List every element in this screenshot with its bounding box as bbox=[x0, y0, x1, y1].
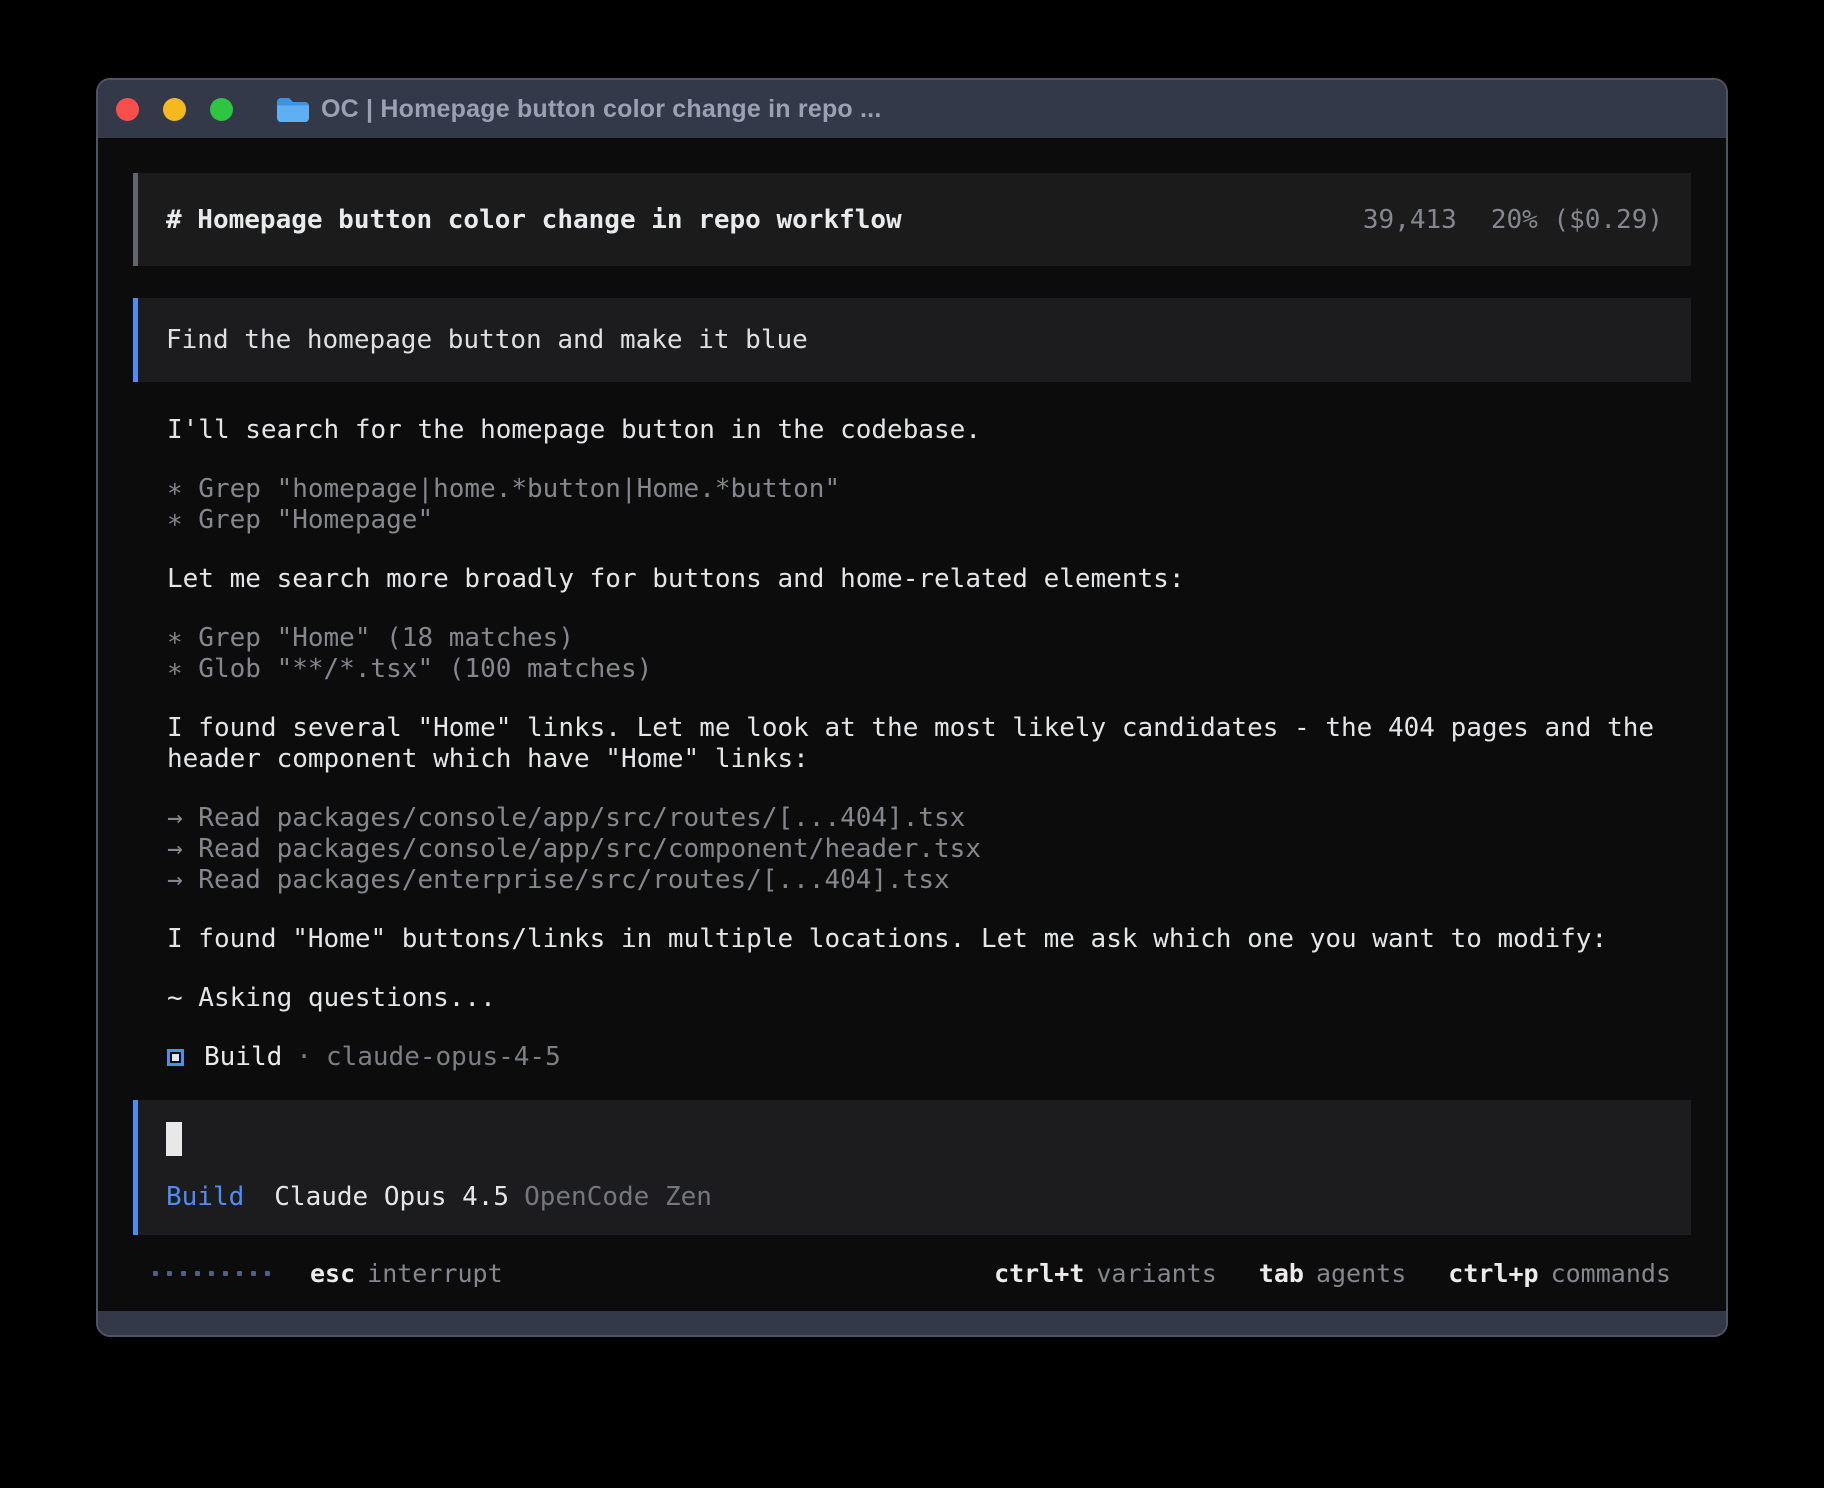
close-button[interactable] bbox=[116, 98, 139, 121]
hint-variants: ctrl+t variants bbox=[994, 1259, 1217, 1288]
user-message-text: Find the homepage button and make it blu… bbox=[166, 325, 808, 355]
agent-separator: · bbox=[296, 1042, 312, 1072]
hint-commands: ctrl+p commands bbox=[1448, 1259, 1671, 1288]
working-dots bbox=[153, 1271, 270, 1276]
hint-label-interrupt: interrupt bbox=[367, 1259, 502, 1288]
working-dot bbox=[265, 1271, 270, 1276]
working-dot bbox=[237, 1271, 242, 1276]
hint-key-tab: tab bbox=[1259, 1259, 1304, 1288]
input-mode-label: Build bbox=[166, 1182, 244, 1212]
working-dot bbox=[223, 1271, 228, 1276]
hint-key-ctrl-p: ctrl+p bbox=[1448, 1259, 1538, 1288]
assistant-text: Let me search more broadly for buttons a… bbox=[167, 564, 1657, 595]
session-header: # Homepage button color change in repo w… bbox=[133, 173, 1691, 266]
hint-key-ctrl-t: ctrl+t bbox=[994, 1259, 1084, 1288]
text-cursor bbox=[166, 1122, 182, 1156]
context-usage: 20% ($0.29) bbox=[1491, 205, 1663, 235]
user-message: Find the homepage button and make it blu… bbox=[133, 298, 1691, 382]
tool-call-grep: ∗ Grep "Home" (18 matches) bbox=[167, 623, 1657, 654]
folder-icon bbox=[275, 96, 309, 123]
working-dot bbox=[251, 1271, 256, 1276]
tool-call-read: → Read packages/console/app/src/componen… bbox=[167, 834, 1657, 865]
statusbar: esc interrupt ctrl+t variants tab agents… bbox=[133, 1257, 1691, 1289]
statusbar-right: ctrl+t variants tab agents ctrl+p comman… bbox=[994, 1259, 1671, 1288]
input-meta-row: Build Claude Opus 4.5 OpenCode Zen bbox=[166, 1182, 1663, 1212]
terminal-window: OC | Homepage button color change in rep… bbox=[96, 78, 1728, 1337]
input-provider-label: OpenCode Zen bbox=[524, 1182, 712, 1212]
prompt-input[interactable]: Build Claude Opus 4.5 OpenCode Zen bbox=[133, 1100, 1691, 1235]
working-dot bbox=[209, 1271, 214, 1276]
token-count: 39,413 bbox=[1363, 205, 1457, 235]
working-dot bbox=[181, 1271, 186, 1276]
working-status: ~ Asking questions... bbox=[167, 983, 1657, 1014]
input-model-label: Claude Opus 4.5 bbox=[274, 1182, 509, 1212]
agent-model: claude-opus-4-5 bbox=[326, 1042, 561, 1072]
hint-key-esc: esc bbox=[310, 1259, 355, 1288]
agent-build-icon bbox=[167, 1049, 184, 1066]
assistant-text: I'll search for the homepage button in t… bbox=[167, 415, 1657, 446]
working-dot bbox=[195, 1271, 200, 1276]
session-stats: 39,413 20% ($0.29) bbox=[1363, 205, 1663, 235]
hint-label-commands: commands bbox=[1551, 1259, 1671, 1288]
transcript: I'll search for the homepage button in t… bbox=[133, 415, 1691, 1014]
session-title: # Homepage button color change in repo w… bbox=[166, 205, 902, 235]
zoom-button[interactable] bbox=[210, 98, 233, 121]
tool-call-grep: ∗ Grep "Homepage" bbox=[167, 505, 1657, 536]
tool-call-grep: ∗ Grep "homepage|home.*button|Home.*butt… bbox=[167, 474, 1657, 505]
agent-name: Build bbox=[204, 1042, 282, 1072]
statusbar-left: esc interrupt bbox=[153, 1259, 503, 1288]
tool-call-glob: ∗ Glob "**/*.tsx" (100 matches) bbox=[167, 654, 1657, 685]
window-title: OC | Homepage button color change in rep… bbox=[321, 95, 881, 124]
tool-call-read: → Read packages/console/app/src/routes/[… bbox=[167, 803, 1657, 834]
assistant-text: I found "Home" buttons/links in multiple… bbox=[167, 924, 1657, 955]
hint-label-agents: agents bbox=[1316, 1259, 1406, 1288]
session-content: # Homepage button color change in repo w… bbox=[98, 138, 1726, 1311]
titlebar: OC | Homepage button color change in rep… bbox=[98, 80, 1726, 138]
hint-label-variants: variants bbox=[1096, 1259, 1216, 1288]
assistant-text: I found several "Home" links. Let me loo… bbox=[167, 713, 1657, 775]
minimize-button[interactable] bbox=[163, 98, 186, 121]
agent-status-line: Build · claude-opus-4-5 bbox=[133, 1042, 1691, 1072]
traffic-lights bbox=[116, 98, 233, 121]
working-dot bbox=[153, 1271, 158, 1276]
tool-call-read: → Read packages/enterprise/src/routes/[.… bbox=[167, 865, 1657, 896]
working-dot bbox=[167, 1271, 172, 1276]
hint-interrupt: esc interrupt bbox=[310, 1259, 503, 1288]
hint-agents: tab agents bbox=[1259, 1259, 1406, 1288]
window-bottom-strip bbox=[98, 1311, 1726, 1335]
